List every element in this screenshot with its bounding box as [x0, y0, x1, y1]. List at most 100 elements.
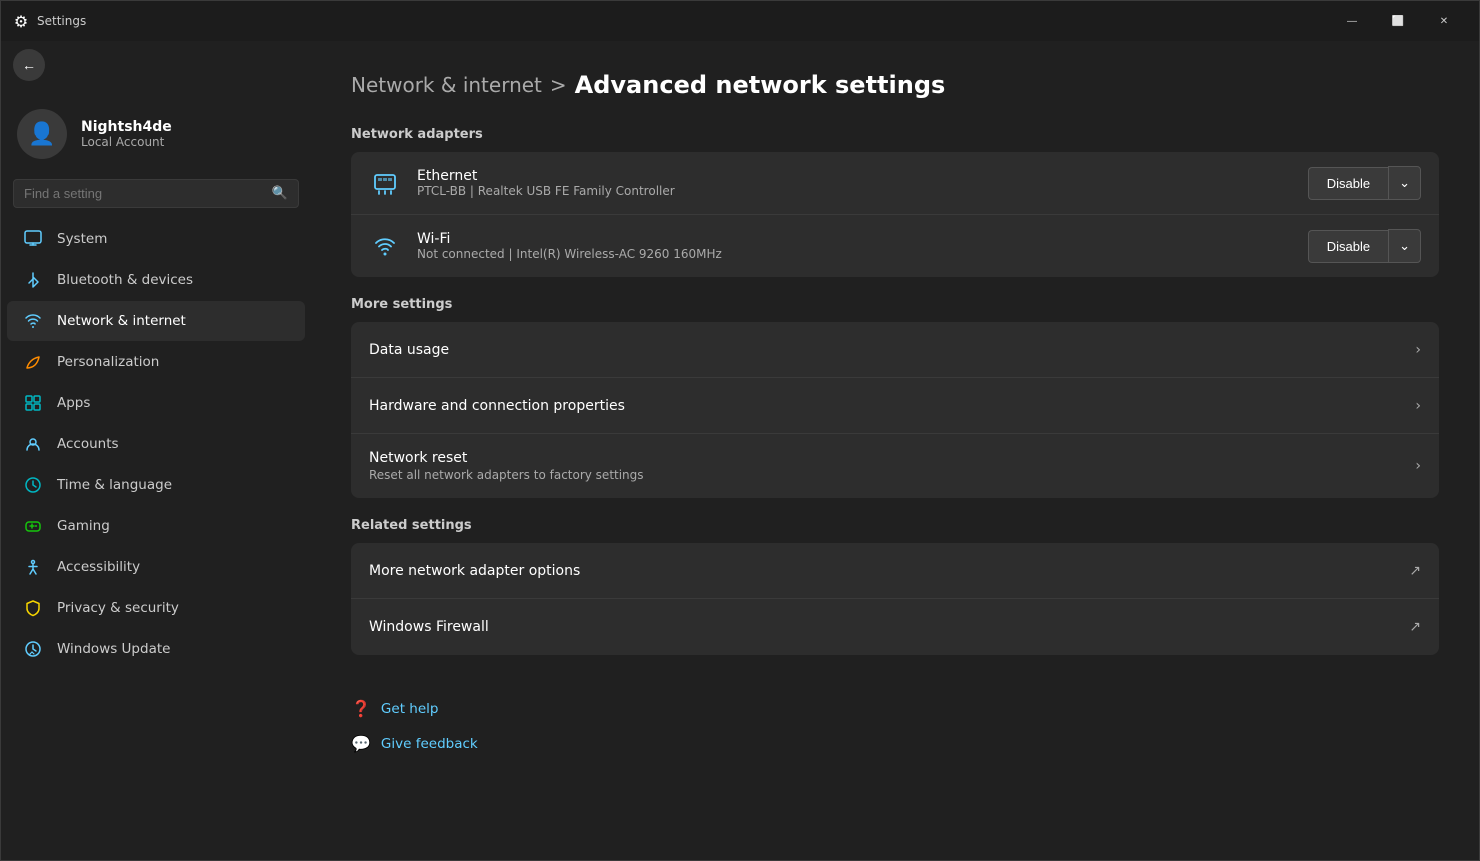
network-reset-title: Network reset	[369, 450, 1415, 466]
search-icon: 🔍	[272, 186, 288, 201]
network-reset-text: Network reset Reset all network adapters…	[369, 450, 1415, 482]
bluetooth-icon	[23, 270, 43, 290]
sidebar-item-apps[interactable]: Apps	[7, 383, 305, 423]
sidebar: ← 👤 Nightsh4de Local Account 🔍	[1, 41, 311, 860]
sidebar-item-network-label: Network & internet	[57, 313, 186, 329]
breadcrumb-current: Advanced network settings	[575, 71, 946, 99]
sidebar-item-windows-update[interactable]: Windows Update	[7, 629, 305, 669]
more-settings-card: Data usage › Hardware and connection pro…	[351, 322, 1439, 498]
sidebar-item-gaming[interactable]: Gaming	[7, 506, 305, 546]
wifi-icon	[369, 232, 401, 260]
give-feedback-link[interactable]: 💬 Give feedback	[351, 726, 1439, 761]
sidebar-item-network[interactable]: Network & internet	[7, 301, 305, 341]
related-settings-heading: Related settings	[351, 518, 1439, 533]
user-section[interactable]: 👤 Nightsh4de Local Account	[1, 89, 311, 179]
windows-firewall-item[interactable]: Windows Firewall ↗	[351, 599, 1439, 655]
content-area: Network & internet > Advanced network se…	[311, 41, 1479, 860]
data-usage-text: Data usage	[369, 342, 1415, 358]
back-button[interactable]: ←	[13, 49, 45, 81]
search-box[interactable]: 🔍	[13, 179, 299, 208]
ethernet-desc: PTCL-BB | Realtek USB FE Family Controll…	[417, 184, 1292, 198]
get-help-icon: ❓	[351, 699, 371, 718]
time-icon	[23, 475, 43, 495]
sidebar-item-windows-update-label: Windows Update	[57, 641, 170, 657]
settings-app-icon: ⚙	[13, 13, 29, 29]
sidebar-item-apps-label: Apps	[57, 395, 90, 411]
more-adapter-options-text: More network adapter options	[369, 563, 1409, 579]
settings-window: ⚙ Settings — ⬜ ✕ ← 👤 Nightsh4de Local Ac…	[0, 0, 1480, 861]
wifi-info: Wi-Fi Not connected | Intel(R) Wireless-…	[417, 231, 1292, 261]
sidebar-item-time-label: Time & language	[57, 477, 172, 493]
maximize-button[interactable]: ⬜	[1375, 5, 1421, 37]
breadcrumb-parent[interactable]: Network & internet	[351, 73, 542, 97]
sidebar-item-accounts[interactable]: Accounts	[7, 424, 305, 464]
wifi-adapter-row: Wi-Fi Not connected | Intel(R) Wireless-…	[351, 215, 1439, 277]
sidebar-item-accounts-label: Accounts	[57, 436, 119, 452]
give-feedback-icon: 💬	[351, 734, 371, 753]
get-help-link[interactable]: ❓ Get help	[351, 691, 1439, 726]
sidebar-item-accessibility-label: Accessibility	[57, 559, 140, 575]
wifi-actions: Disable ⌄	[1308, 229, 1421, 263]
wifi-desc: Not connected | Intel(R) Wireless-AC 926…	[417, 247, 1292, 261]
wifi-expand-button[interactable]: ⌄	[1388, 229, 1421, 263]
data-usage-title: Data usage	[369, 342, 1415, 358]
more-settings-heading: More settings	[351, 297, 1439, 312]
windows-update-icon	[23, 639, 43, 659]
windows-firewall-external-icon: ↗	[1409, 619, 1421, 635]
hardware-connection-item[interactable]: Hardware and connection properties ›	[351, 378, 1439, 434]
avatar-icon: 👤	[28, 122, 55, 147]
sidebar-item-personalization[interactable]: Personalization	[7, 342, 305, 382]
more-adapter-options-title: More network adapter options	[369, 563, 1409, 579]
system-icon	[23, 229, 43, 249]
related-settings-card: More network adapter options ↗ Windows F…	[351, 543, 1439, 655]
windows-firewall-text: Windows Firewall	[369, 619, 1409, 635]
sidebar-item-accessibility[interactable]: Accessibility	[7, 547, 305, 587]
search-input[interactable]	[24, 186, 264, 201]
get-help-label: Get help	[381, 701, 439, 717]
hardware-connection-title: Hardware and connection properties	[369, 398, 1415, 414]
main-layout: ← 👤 Nightsh4de Local Account 🔍	[1, 41, 1479, 860]
network-reset-chevron-icon: ›	[1415, 458, 1421, 474]
user-name: Nightsh4de	[81, 119, 172, 135]
sidebar-item-personalization-label: Personalization	[57, 354, 159, 370]
sidebar-item-gaming-label: Gaming	[57, 518, 110, 534]
titlebar: ⚙ Settings — ⬜ ✕	[1, 1, 1479, 41]
sidebar-item-privacy[interactable]: Privacy & security	[7, 588, 305, 628]
data-usage-chevron-icon: ›	[1415, 342, 1421, 358]
sidebar-item-time[interactable]: Time & language	[7, 465, 305, 505]
user-info: Nightsh4de Local Account	[81, 119, 172, 149]
wifi-name: Wi-Fi	[417, 231, 1292, 247]
minimize-button[interactable]: —	[1329, 5, 1375, 37]
breadcrumb-separator: >	[550, 73, 567, 97]
sidebar-item-system-label: System	[57, 231, 107, 247]
apps-icon	[23, 393, 43, 413]
hardware-connection-text: Hardware and connection properties	[369, 398, 1415, 414]
data-usage-item[interactable]: Data usage ›	[351, 322, 1439, 378]
titlebar-left: ⚙ Settings	[13, 13, 86, 29]
network-reset-subtitle: Reset all network adapters to factory se…	[369, 468, 1415, 482]
more-adapter-options-external-icon: ↗	[1409, 563, 1421, 579]
sidebar-nav: System Bluetooth & devices Network & int…	[1, 218, 311, 670]
privacy-icon	[23, 598, 43, 618]
sidebar-item-bluetooth-label: Bluetooth & devices	[57, 272, 193, 288]
ethernet-icon	[369, 169, 401, 197]
sidebar-item-system[interactable]: System	[7, 219, 305, 259]
network-adapters-card: Ethernet PTCL-BB | Realtek USB FE Family…	[351, 152, 1439, 277]
close-button[interactable]: ✕	[1421, 5, 1467, 37]
wifi-disable-button[interactable]: Disable	[1308, 230, 1388, 263]
network-reset-item[interactable]: Network reset Reset all network adapters…	[351, 434, 1439, 498]
breadcrumb: Network & internet > Advanced network se…	[351, 71, 1439, 99]
avatar: 👤	[17, 109, 67, 159]
bottom-links: ❓ Get help 💬 Give feedback	[351, 675, 1439, 761]
sidebar-item-bluetooth[interactable]: Bluetooth & devices	[7, 260, 305, 300]
more-adapter-options-item[interactable]: More network adapter options ↗	[351, 543, 1439, 599]
ethernet-disable-button[interactable]: Disable	[1308, 167, 1388, 200]
ethernet-expand-button[interactable]: ⌄	[1388, 166, 1421, 200]
ethernet-actions: Disable ⌄	[1308, 166, 1421, 200]
titlebar-title: Settings	[37, 14, 86, 28]
user-account-type: Local Account	[81, 135, 172, 149]
network-adapters-heading: Network adapters	[351, 127, 1439, 142]
more-settings-section: More settings Data usage › Hardware and …	[351, 297, 1439, 498]
accounts-icon	[23, 434, 43, 454]
network-adapters-section: Network adapters	[351, 127, 1439, 277]
